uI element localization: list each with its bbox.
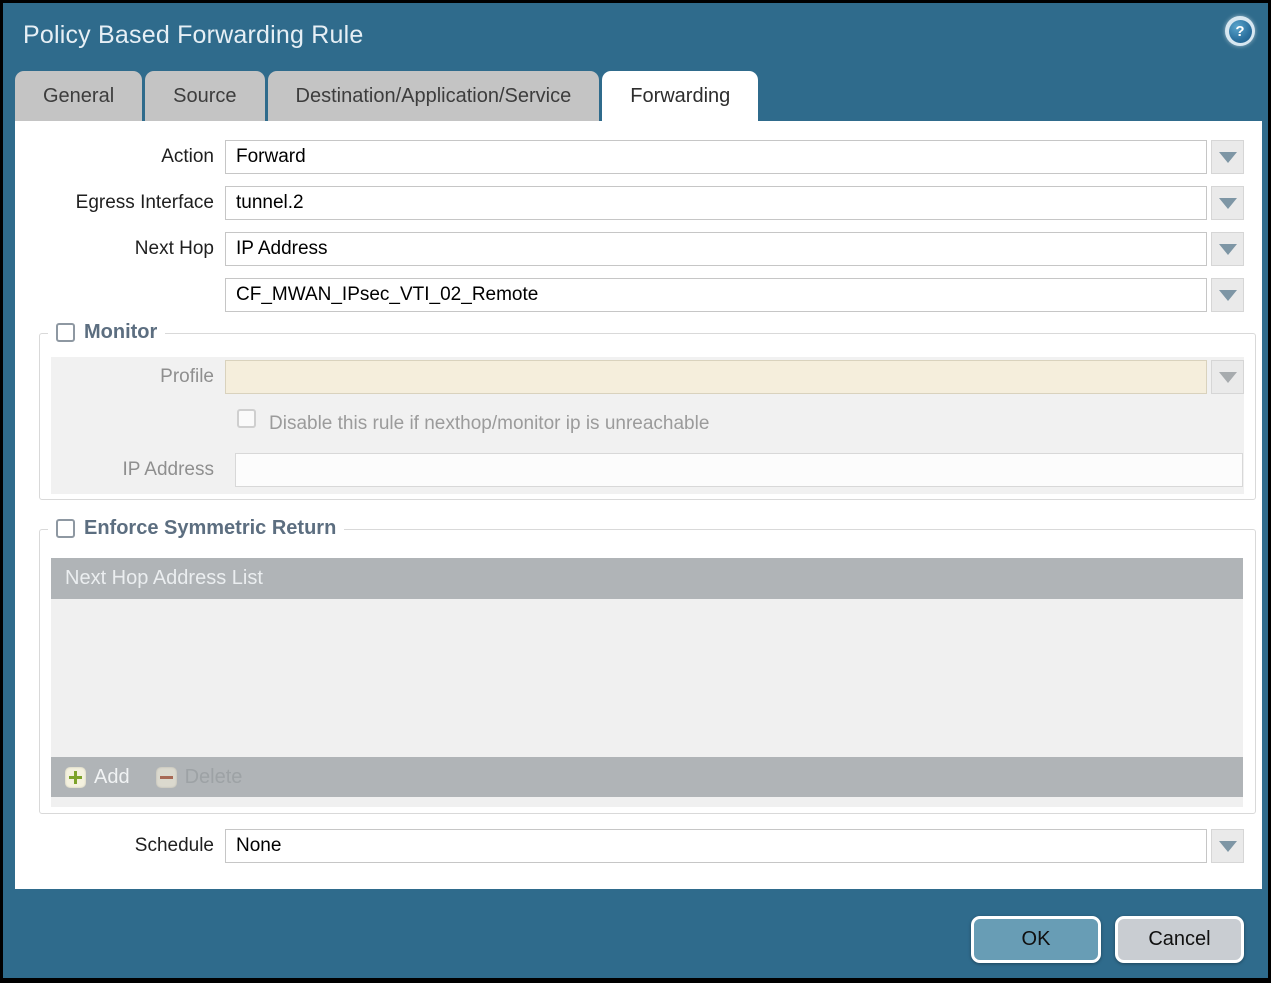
- monitor-ip-address-label: IP Address: [15, 453, 214, 487]
- chevron-down-icon: [1219, 244, 1237, 255]
- dialog-window: Policy Based Forwarding Rule ? General S…: [3, 3, 1268, 978]
- disable-rule-checkbox: [237, 409, 256, 428]
- add-button[interactable]: Add: [65, 766, 130, 789]
- profile-select: [225, 360, 1207, 394]
- monitor-ip-address-input: [235, 453, 1243, 487]
- action-dropdown-button[interactable]: [1211, 140, 1244, 174]
- chevron-down-icon: [1219, 372, 1237, 383]
- add-button-label: Add: [94, 766, 130, 789]
- profile-dropdown-button: [1211, 360, 1244, 394]
- title-bar: Policy Based Forwarding Rule ?: [3, 3, 1268, 68]
- next-hop-label: Next Hop: [15, 232, 214, 266]
- minus-icon: [156, 767, 177, 788]
- plus-icon: [65, 767, 86, 788]
- chevron-down-icon: [1219, 152, 1237, 163]
- action-label: Action: [15, 140, 214, 174]
- symmetric-return-legend: Enforce Symmetric Return: [48, 517, 344, 540]
- schedule-select[interactable]: None: [225, 829, 1207, 863]
- table-bottom-strip: [51, 797, 1243, 807]
- next-hop-address-dropdown-button[interactable]: [1211, 278, 1244, 312]
- delete-button-label: Delete: [185, 766, 243, 789]
- help-icon: ?: [1229, 20, 1252, 43]
- chevron-down-icon: [1219, 841, 1237, 852]
- next-hop-address-list-toolbar: Add Delete: [51, 757, 1243, 797]
- schedule-label: Schedule: [15, 829, 214, 863]
- egress-interface-label: Egress Interface: [15, 186, 214, 220]
- profile-label: Profile: [15, 360, 214, 394]
- tab-forwarding[interactable]: Forwarding: [602, 71, 758, 121]
- cancel-button[interactable]: Cancel: [1115, 916, 1244, 963]
- next-hop-address-select[interactable]: CF_MWAN_IPsec_VTI_02_Remote: [225, 278, 1207, 312]
- tab-strip: General Source Destination/Application/S…: [15, 71, 758, 121]
- monitor-legend: Monitor: [48, 321, 165, 344]
- egress-interface-select[interactable]: tunnel.2: [225, 186, 1207, 220]
- next-hop-address-list-body[interactable]: [51, 599, 1243, 757]
- next-hop-type-select[interactable]: IP Address: [225, 232, 1207, 266]
- tab-source[interactable]: Source: [145, 71, 264, 121]
- next-hop-address-table: Next Hop Address List Add Delete: [51, 558, 1243, 807]
- tab-destination-application-service[interactable]: Destination/Application/Service: [268, 71, 600, 121]
- egress-interface-dropdown-button[interactable]: [1211, 186, 1244, 220]
- forwarding-tab-panel: Action Forward Egress Interface tunnel.2…: [15, 121, 1262, 889]
- tab-general[interactable]: General: [15, 71, 142, 121]
- monitor-checkbox[interactable]: [56, 323, 75, 342]
- help-button[interactable]: ?: [1225, 16, 1255, 46]
- next-hop-type-dropdown-button[interactable]: [1211, 232, 1244, 266]
- chevron-down-icon: [1219, 198, 1237, 209]
- schedule-dropdown-button[interactable]: [1211, 829, 1244, 863]
- monitor-legend-label: Monitor: [84, 321, 157, 344]
- chevron-down-icon: [1219, 290, 1237, 301]
- disable-rule-label: Disable this rule if nexthop/monitor ip …: [269, 413, 709, 435]
- action-select[interactable]: Forward: [225, 140, 1207, 174]
- ok-button[interactable]: OK: [971, 916, 1101, 963]
- next-hop-address-list-header: Next Hop Address List: [51, 558, 1243, 599]
- symmetric-return-checkbox[interactable]: [56, 519, 75, 538]
- dialog-title: Policy Based Forwarding Rule: [23, 21, 363, 50]
- delete-button: Delete: [156, 766, 243, 789]
- symmetric-return-legend-label: Enforce Symmetric Return: [84, 517, 336, 540]
